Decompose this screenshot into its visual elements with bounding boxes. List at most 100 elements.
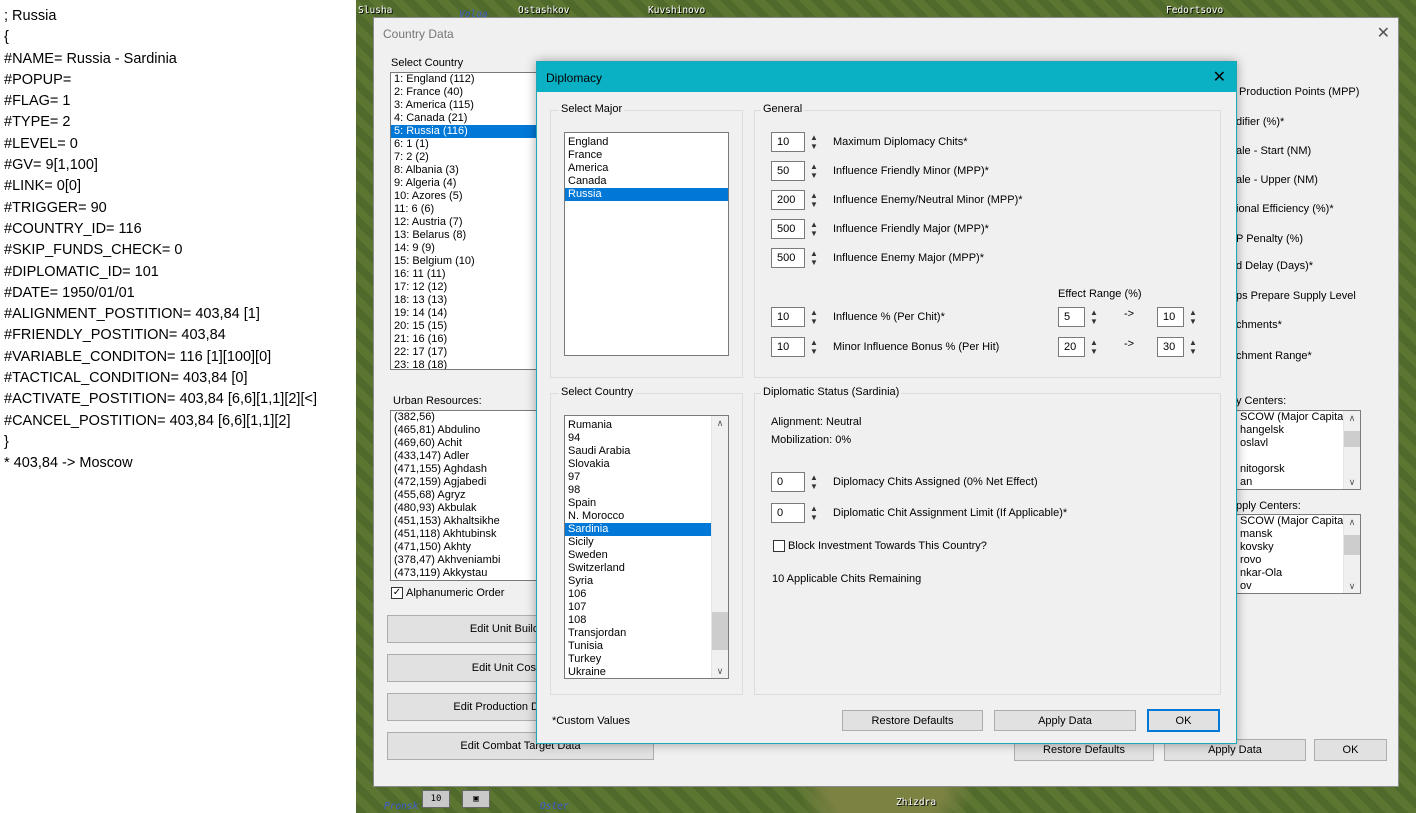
chevron-up-icon[interactable]: ▲ [810,162,818,171]
influence-enemy-major-spinner[interactable]: 500 ▲ ▼ [771,248,820,268]
list-item[interactable]: 94 [565,432,711,445]
list-item[interactable]: Switzerland [565,562,711,575]
country-listbox[interactable]: 1: England (112) 2: France (40) 3: America… [390,72,540,370]
list-item[interactable]: N. Morocco [565,510,711,523]
chevron-up-icon[interactable]: ▲ [1189,338,1197,347]
chevron-down-icon[interactable]: ▼ [810,258,818,267]
list-item[interactable]: 17: 12 (12) [391,281,539,294]
chevron-down-icon[interactable]: ▼ [810,347,818,356]
apply-data-button[interactable]: Apply Data [994,710,1136,731]
list-item[interactable]: kovsky [1237,541,1343,554]
list-item[interactable]: 3: America (115) [391,99,539,112]
scrollbar[interactable]: ∧ ∨ [711,416,728,678]
list-item[interactable]: Turkey [565,653,711,666]
chits-assigned-spinner[interactable]: 0 ▲ ▼ [771,472,820,492]
list-item[interactable]: (451,118) Akhtubinsk [391,528,539,541]
chevron-up-icon[interactable]: ∧ [1344,515,1360,529]
scroll-thumb[interactable] [1344,535,1360,555]
list-item[interactable]: SCOW (Major Capital) [1237,411,1349,424]
edit-unit-build-button[interactable]: Edit Unit Build [387,615,540,643]
list-item[interactable]: Spain [565,497,711,510]
list-item[interactable]: Sweden [565,549,711,562]
chevron-down-icon[interactable]: ∨ [1344,579,1360,593]
urban-resources-listbox[interactable]: (382,56) (465,81) Abdulino (469,60) Achit(… [390,410,540,581]
list-item[interactable]: 15: Belgium (10) [391,255,539,268]
chevron-down-icon[interactable]: ∨ [1344,475,1360,489]
list-item[interactable]: Canada [565,175,728,188]
list-item[interactable]: Transjordan [565,627,711,640]
list-item[interactable]: Saudi Arabia [565,445,711,458]
list-item[interactable]: 11: 6 (6) [391,203,539,216]
scrollbar[interactable]: ∧ ∨ [1343,411,1360,489]
chevron-down-icon[interactable]: ▼ [1090,317,1098,326]
chevron-up-icon[interactable]: ▲ [810,504,818,513]
list-item[interactable]: 16: 11 (11) [391,268,539,281]
influence-per-chit-spinner[interactable]: 10 ▲ ▼ [771,307,820,327]
unit-counter[interactable]: 10 [422,790,450,808]
list-item[interactable]: 106 [565,588,711,601]
list-item[interactable]: (469,60) Achit [391,437,539,450]
chevron-down-icon[interactable]: ▼ [810,513,818,522]
list-item[interactable]: Slovakia [565,458,711,471]
chevron-up-icon[interactable]: ∧ [1344,411,1360,425]
edit-production-button[interactable]: Edit Production D [387,693,540,721]
list-item[interactable]: (471,150) Akhty [391,541,539,554]
influence-friendly-major-spinner[interactable]: 500 ▲ ▼ [771,219,820,239]
bonus-min-spinner[interactable]: 20 ▲ ▼ [1058,337,1100,357]
chevron-down-icon[interactable]: ▼ [810,142,818,151]
list-item[interactable]: 18: 13 (13) [391,294,539,307]
unit-counter[interactable]: ▣ [462,790,490,808]
minor-influence-bonus-spinner[interactable]: 10 ▲ ▼ [771,337,820,357]
effect-max-spinner[interactable]: 10 ▲ ▼ [1157,307,1199,327]
chevron-down-icon[interactable]: ▼ [810,317,818,326]
effect-min-spinner[interactable]: 5 ▲ ▼ [1058,307,1100,327]
chevron-up-icon[interactable]: ▲ [810,191,818,200]
list-item[interactable]: 9: Algeria (4) [391,177,539,190]
chevron-up-icon[interactable]: ▲ [810,249,818,258]
chevron-down-icon[interactable]: ▼ [810,171,818,180]
chevron-down-icon[interactable]: ▼ [1189,317,1197,326]
list-item[interactable]: 14: 9 (9) [391,242,539,255]
list-item[interactable]: 20: 15 (15) [391,320,539,333]
list-item[interactable]: 5: Russia (116) [391,125,539,138]
list-item[interactable]: Sardinia [565,523,711,536]
list-item[interactable]: mansk [1237,528,1343,541]
list-item[interactable]: 107 [565,601,711,614]
chevron-up-icon[interactable]: ▲ [810,220,818,229]
edit-unit-cost-button[interactable]: Edit Unit Cost [387,654,540,682]
list-item[interactable]: 21: 16 (16) [391,333,539,346]
chevron-up-icon[interactable]: ▲ [1090,338,1098,347]
list-item[interactable]: 10: Azores (5) [391,190,539,203]
chevron-up-icon[interactable]: ▲ [810,473,818,482]
list-item[interactable]: nkar-Ola [1237,567,1343,580]
list-item[interactable]: rovo [1237,554,1343,567]
list-item[interactable]: France [565,149,728,162]
list-item[interactable]: America [565,162,728,175]
supply-centers2-listbox[interactable]: SCOW (Major Capital) mansk kovsky rovo nkar-… [1236,514,1361,594]
alphanumeric-order-checkbox[interactable]: ✓ Alphanumeric Order [391,587,504,599]
chevron-up-icon[interactable]: ▲ [810,338,818,347]
list-item[interactable]: Ukraine [565,666,711,678]
ok-button[interactable]: OK [1314,739,1387,761]
list-item[interactable]: (465,81) Abdulino [391,424,539,437]
chevron-down-icon[interactable]: ▼ [810,229,818,238]
chevron-up-icon[interactable]: ∧ [712,416,728,430]
list-item[interactable]: 8: Albania (3) [391,164,539,177]
bonus-max-spinner[interactable]: 30 ▲ ▼ [1157,337,1199,357]
ok-button[interactable]: OK [1147,709,1220,732]
close-icon[interactable]: ✕ [1213,67,1226,87]
list-item[interactable]: ov [1237,580,1343,593]
scroll-thumb[interactable] [712,612,728,650]
list-item[interactable]: (433,147) Adler [391,450,539,463]
list-item[interactable]: 98 [565,484,711,497]
chevron-down-icon[interactable]: ▼ [1189,347,1197,356]
list-item[interactable]: 13: Belarus (8) [391,229,539,242]
list-item[interactable]: 4: Canada (21) [391,112,539,125]
influence-enemy-minor-spinner[interactable]: 200 ▲ ▼ [771,190,820,210]
list-item[interactable]: 12: Austria (7) [391,216,539,229]
list-item[interactable]: (451,153) Akhaltsikhe [391,515,539,528]
list-item[interactable]: (378,47) Akhveniambi [391,554,539,567]
influence-friendly-minor-spinner[interactable]: 50 ▲ ▼ [771,161,820,181]
list-item[interactable]: 97 [565,471,711,484]
list-item[interactable]: hangelsk [1237,424,1343,437]
